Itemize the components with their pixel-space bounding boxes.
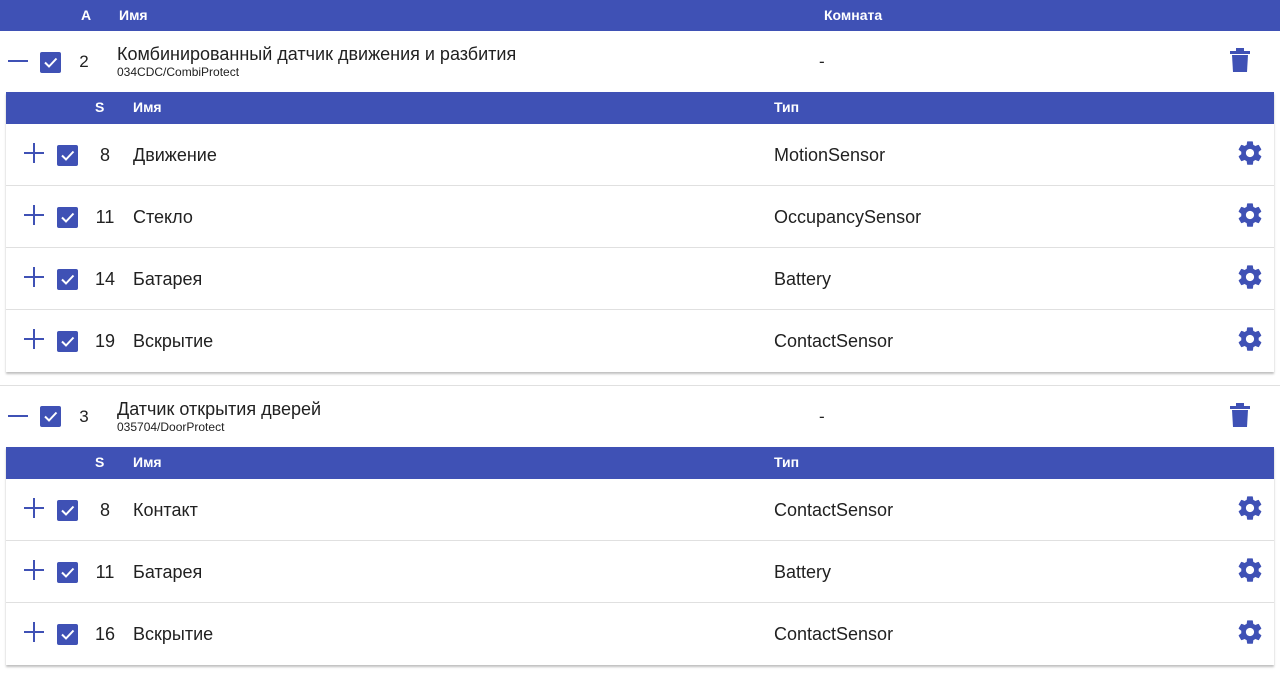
plus-icon[interactable] [24,498,44,518]
column-header-type: Тип [774,454,800,470]
sensor-row: 8 Контакт ContactSensor [6,479,1274,541]
device-address: 2 [79,52,89,71]
column-header-name: Имя [133,454,162,470]
device-name: Комбинированный датчик движения и разбит… [117,44,517,64]
sensor-row: 11 Батарея Battery [6,541,1274,603]
checkmark-icon [61,212,75,223]
sensor-checkbox[interactable] [57,500,78,521]
device-address: 3 [79,407,89,426]
column-header-address: A [81,7,92,23]
sensor-type: Battery [774,562,832,582]
checkmark-icon [44,57,58,68]
sensor-slot: 14 [94,269,116,289]
sensor-slot: 8 [99,145,110,165]
device-room: - [819,407,825,426]
plus-icon[interactable] [24,329,44,349]
sensor-name: Контакт [133,500,198,520]
sensor-row: 19 Вскрытие ContactSensor [6,310,1274,372]
sensor-name: Батарея [133,562,203,582]
sensor-name: Движение [133,145,217,165]
sensor-row: 16 Вскрытие ContactSensor [6,603,1274,665]
plus-icon[interactable] [24,143,44,163]
sensor-row: 11 Стекло OccupancySensor [6,186,1274,248]
device-block: 2 Комбинированный датчик движения и разб… [0,31,1280,92]
checkmark-icon [61,629,75,640]
sensor-type: MotionSensor [774,145,886,165]
sensors-table-header: S Имя Тип [6,447,1274,479]
column-header-name: Имя [133,99,162,115]
device-checkbox[interactable] [40,406,61,427]
sensor-name: Вскрытие [133,331,214,351]
sensors-table: S Имя Тип 8 Движение MotionSensor 11 Сте… [6,92,1274,372]
gear-icon[interactable] [1236,556,1264,589]
column-header-type: Тип [774,99,800,115]
plus-icon[interactable] [24,560,44,580]
sensor-slot: 11 [95,562,115,582]
sensor-row: 8 Движение MotionSensor [6,124,1274,186]
device-serial: 034CDC/CombiProtect [117,65,240,79]
sensor-checkbox[interactable] [57,331,78,352]
gear-icon[interactable] [1236,201,1264,234]
sensors-table: S Имя Тип 8 Контакт ContactSensor 11 Бат… [6,447,1274,665]
sensor-name: Вскрытие [133,624,214,644]
column-header-room: Комната [824,7,883,23]
sensor-checkbox[interactable] [57,269,78,290]
sensor-slot: 19 [94,331,116,351]
sensor-slot: 16 [94,624,116,644]
device-checkbox[interactable] [40,52,61,73]
gear-icon[interactable] [1236,494,1264,527]
column-header-name: Имя [119,7,148,23]
checkmark-icon [44,411,58,422]
plus-icon[interactable] [24,622,44,642]
column-header-s: S [95,99,105,115]
sensor-checkbox[interactable] [57,624,78,645]
device-serial: 035704/DoorProtect [117,420,225,434]
sensor-name: Батарея [133,269,203,289]
sensor-checkbox[interactable] [57,207,78,228]
checkmark-icon [61,274,75,285]
checkmark-icon [61,336,75,347]
device-row: 2 Комбинированный датчик движения и разб… [0,31,1280,92]
sensor-type: ContactSensor [774,624,894,644]
minus-icon[interactable] [8,60,28,62]
device-block: 3 Датчик открытия дверей 035704/DoorProt… [0,386,1280,447]
plus-icon[interactable] [24,267,44,287]
checkmark-icon [61,567,75,578]
sensor-slot: 8 [99,500,110,520]
gear-icon[interactable] [1236,263,1264,296]
minus-icon[interactable] [8,415,28,417]
sensor-type: OccupancySensor [774,207,922,227]
checkmark-icon [61,150,75,161]
gear-icon[interactable] [1236,325,1264,358]
trash-icon[interactable] [1230,403,1250,432]
device-row: 3 Датчик открытия дверей 035704/DoorProt… [0,386,1280,447]
gear-icon[interactable] [1236,139,1264,172]
trash-icon[interactable] [1230,48,1250,77]
sensors-table-header: S Имя Тип [6,92,1274,124]
device-name: Датчик открытия дверей [117,399,322,419]
sensor-checkbox[interactable] [57,145,78,166]
sensor-row: 14 Батарея Battery [6,248,1274,310]
gear-icon[interactable] [1236,618,1264,651]
device-room: - [819,52,825,71]
column-header-s: S [95,454,105,470]
checkmark-icon [61,505,75,516]
sensor-type: ContactSensor [774,331,894,351]
sensor-type: Battery [774,269,832,289]
sensor-checkbox[interactable] [57,562,78,583]
devices-table-header: A Имя Комната [0,0,1280,31]
sensor-type: ContactSensor [774,500,894,520]
sensor-slot: 11 [95,207,115,227]
plus-icon[interactable] [24,205,44,225]
sensor-name: Стекло [133,207,193,227]
